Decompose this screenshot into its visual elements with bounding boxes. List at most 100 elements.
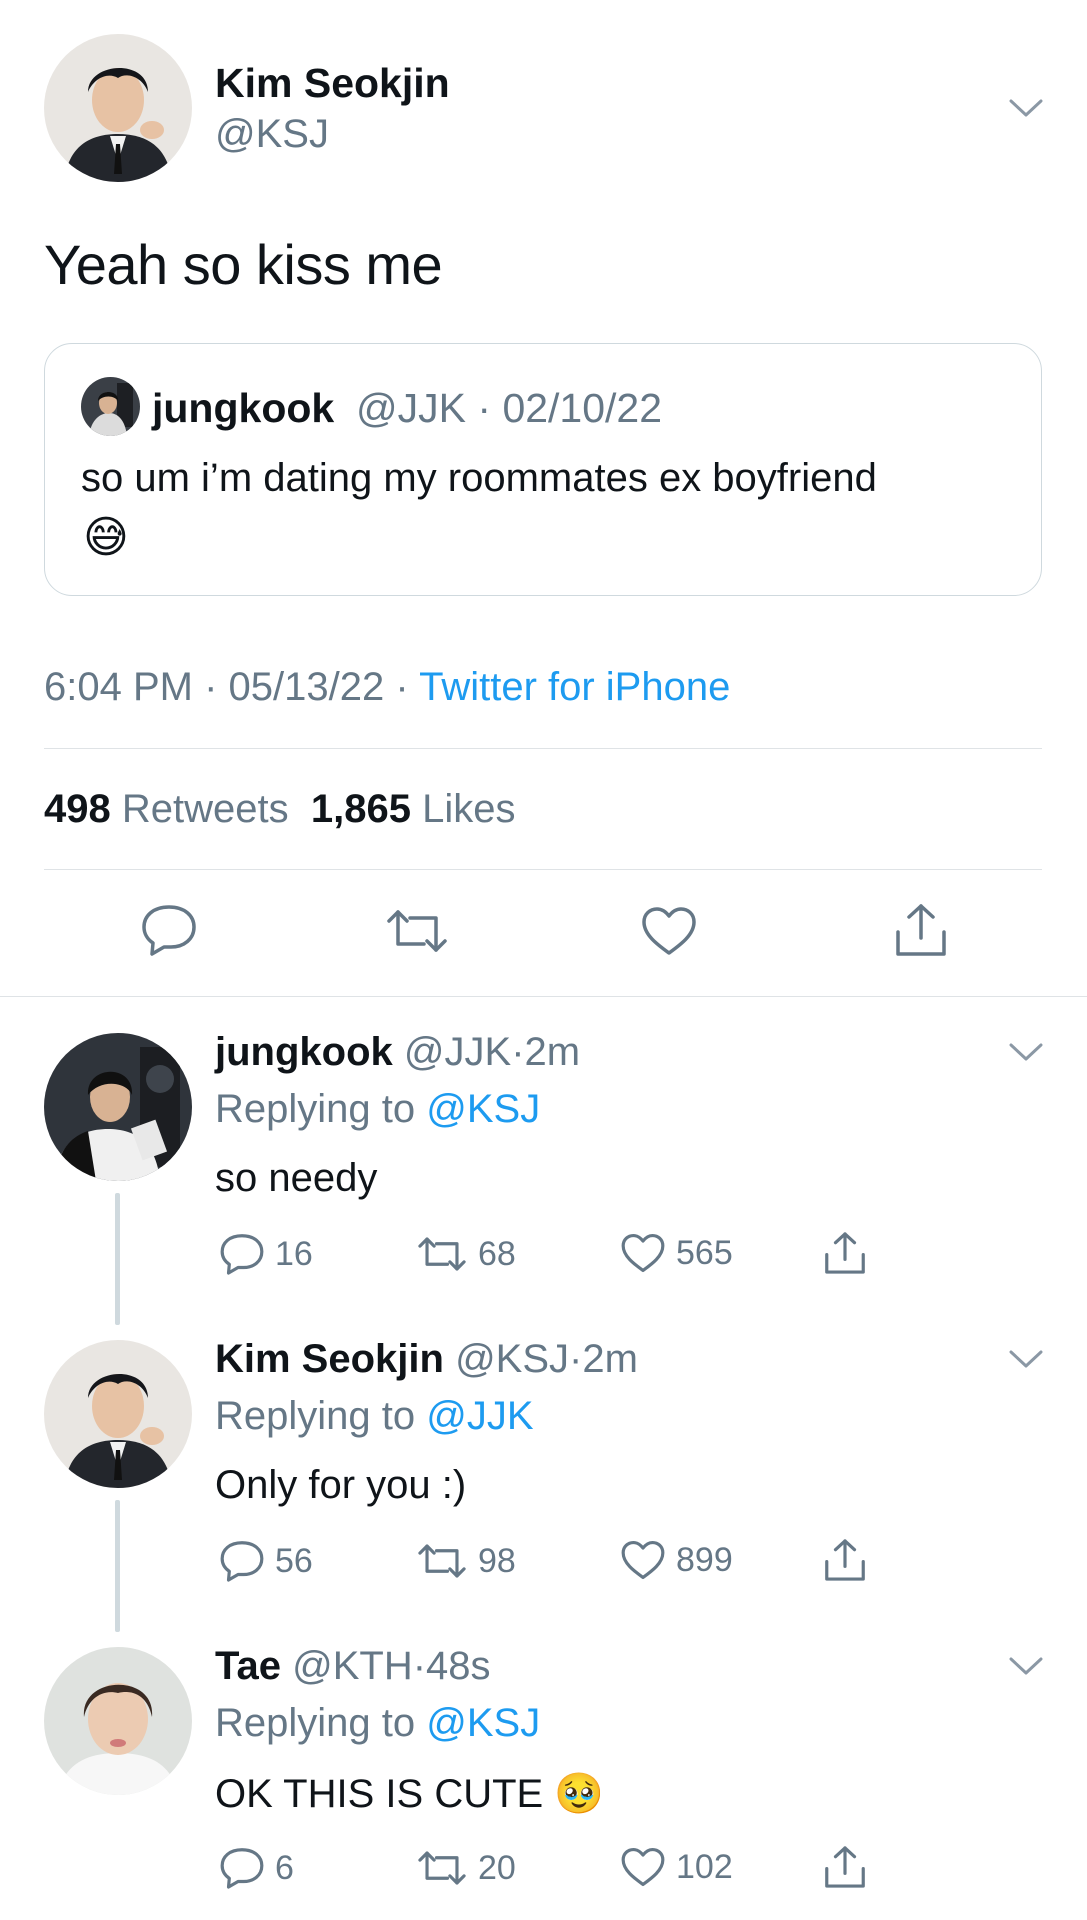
reply-2-share-button[interactable] (822, 1537, 868, 1588)
retweets-count: 498 (44, 787, 111, 831)
quoted-meta: @JJK · 02/10/22 (356, 385, 662, 432)
quoted-separator: · (477, 385, 492, 431)
quoted-handle: @JJK (356, 385, 466, 431)
main-display-name[interactable]: Kim Seokjin (215, 60, 450, 107)
likes-stat[interactable]: 1,865 Likes (311, 787, 516, 831)
reply-3-text-line: OK THIS IS CUTE 🥹 (215, 1770, 604, 1817)
thread-connector-line (115, 1193, 120, 1325)
replying-to-label: Replying to (215, 1394, 416, 1438)
reply-1-separator: · (511, 1030, 525, 1074)
likes-count: 1,865 (310, 787, 411, 831)
reply-3-reply-button[interactable]: 6 (219, 1846, 294, 1890)
reply-1-retweet-button[interactable]: 68 (416, 1234, 516, 1274)
reply-1-text: so needy (215, 1156, 378, 1200)
heart-icon (642, 907, 696, 955)
quoted-text: so um i’m dating my roommates ex boyfrie… (81, 456, 877, 500)
main-tweet-text: Yeah so kiss me (44, 233, 443, 296)
reply-2-separator: · (569, 1337, 583, 1381)
retweet-button[interactable] (384, 906, 450, 961)
reply-3-avatar[interactable] (44, 1647, 192, 1795)
share-button[interactable] (892, 902, 950, 963)
reply-3-replying-to: Replying to @KSJ (215, 1701, 540, 1746)
tweet-date: 05/13/22 (228, 665, 385, 709)
reply-2-header: Kim Seokjin @KSJ·2m (215, 1337, 638, 1382)
timestamp-separator-2: · (395, 665, 409, 709)
retweet-icon (418, 1237, 466, 1271)
heart-icon (621, 1847, 665, 1887)
quoted-display-name: jungkook (152, 385, 335, 431)
reply-1-more-chevron-icon[interactable] (1009, 1042, 1043, 1062)
divider (44, 748, 1042, 749)
like-count: 565 (676, 1233, 733, 1272)
reply-1-display-name[interactable]: jungkook (215, 1030, 393, 1074)
reply-2-replying-to: Replying to @JJK (215, 1394, 534, 1439)
reply-icon (220, 1541, 264, 1582)
share-icon (896, 904, 946, 956)
reply-3-text: OK THIS IS CUTE (215, 1772, 544, 1816)
reply-2-display-name[interactable]: Kim Seokjin (215, 1337, 444, 1381)
reply-2-time: 2m (582, 1337, 638, 1381)
likes-label: Likes (422, 787, 516, 831)
reply-3-display-name[interactable]: Tae (215, 1644, 281, 1688)
reply-3-emoji: 🥹 (554, 1772, 605, 1816)
tweet-stats: 498 Retweets 1,865 Likes (44, 787, 515, 832)
reply-icon (220, 1848, 264, 1889)
reply-1-header: jungkook @JJK·2m (215, 1030, 580, 1075)
reply-3-more-chevron-icon[interactable] (1009, 1656, 1043, 1676)
reply-2-avatar[interactable] (44, 1340, 192, 1488)
reply-button[interactable] (140, 903, 198, 962)
reply-2-like-button[interactable]: 899 (620, 1539, 733, 1581)
reply-icon (142, 905, 196, 956)
main-tweet-avatar[interactable] (44, 34, 192, 182)
reply-count: 56 (275, 1541, 313, 1580)
reply-1-time: 2m (524, 1030, 581, 1074)
quoted-emoji: 😅 (83, 513, 129, 562)
retweet-icon (418, 1544, 466, 1578)
like-count: 899 (676, 1540, 733, 1579)
reply-3-share-button[interactable] (822, 1844, 868, 1895)
retweets-label: Retweets (121, 787, 289, 831)
main-handle[interactable]: @KSJ (215, 112, 329, 157)
quoted-avatar (81, 377, 140, 436)
reply-1-replying-to: Replying to @KSJ (215, 1087, 540, 1132)
reply-2-more-chevron-icon[interactable] (1009, 1349, 1043, 1369)
reply-1-handle[interactable]: @JJK (404, 1030, 511, 1074)
retweet-count: 98 (478, 1541, 516, 1580)
heart-icon (621, 1540, 665, 1580)
heart-icon (621, 1233, 665, 1273)
retweets-stat[interactable]: 498 Retweets (44, 787, 289, 831)
reply-2-handle[interactable]: @KSJ (455, 1337, 569, 1381)
more-options-chevron-icon[interactable] (1009, 98, 1043, 118)
reply-2-retweet-button[interactable]: 98 (416, 1541, 516, 1581)
replying-to-link[interactable]: @KSJ (426, 1087, 540, 1131)
like-count: 102 (676, 1847, 733, 1886)
tweet-source-link[interactable]: Twitter for iPhone (419, 665, 730, 709)
reply-1-reply-button[interactable]: 16 (219, 1232, 313, 1276)
replying-to-link[interactable]: @JJK (426, 1394, 533, 1438)
retweet-icon (418, 1851, 466, 1885)
section-divider (0, 996, 1087, 997)
share-icon (825, 1232, 865, 1274)
quoted-date: 02/10/22 (502, 385, 663, 431)
reply-3-retweet-button[interactable]: 20 (416, 1848, 516, 1888)
reply-1-share-button[interactable] (822, 1230, 868, 1281)
replying-to-label: Replying to (215, 1701, 416, 1745)
reply-3-time: 48s (426, 1644, 491, 1688)
reply-3-like-button[interactable]: 102 (620, 1846, 733, 1888)
reply-count: 16 (275, 1234, 313, 1273)
tweet-timestamp-line: 6:04 PM · 05/13/22 · Twitter for iPhone (44, 665, 730, 710)
reply-2-reply-button[interactable]: 56 (219, 1539, 313, 1583)
retweet-count: 20 (478, 1848, 516, 1887)
like-button[interactable] (640, 905, 698, 962)
reply-1-like-button[interactable]: 565 (620, 1232, 733, 1274)
reply-3-header: Tae @KTH·48s (215, 1644, 491, 1689)
reply-count: 6 (275, 1848, 294, 1887)
timestamp-separator-1: · (204, 665, 218, 709)
share-icon (825, 1539, 865, 1581)
thread-connector-line (115, 1500, 120, 1632)
replying-to-link[interactable]: @KSJ (426, 1701, 540, 1745)
reply-3-handle[interactable]: @KTH (292, 1644, 413, 1688)
reply-1-avatar[interactable] (44, 1033, 192, 1181)
tweet-time: 6:04 PM (44, 665, 193, 709)
reply-icon (220, 1234, 264, 1275)
